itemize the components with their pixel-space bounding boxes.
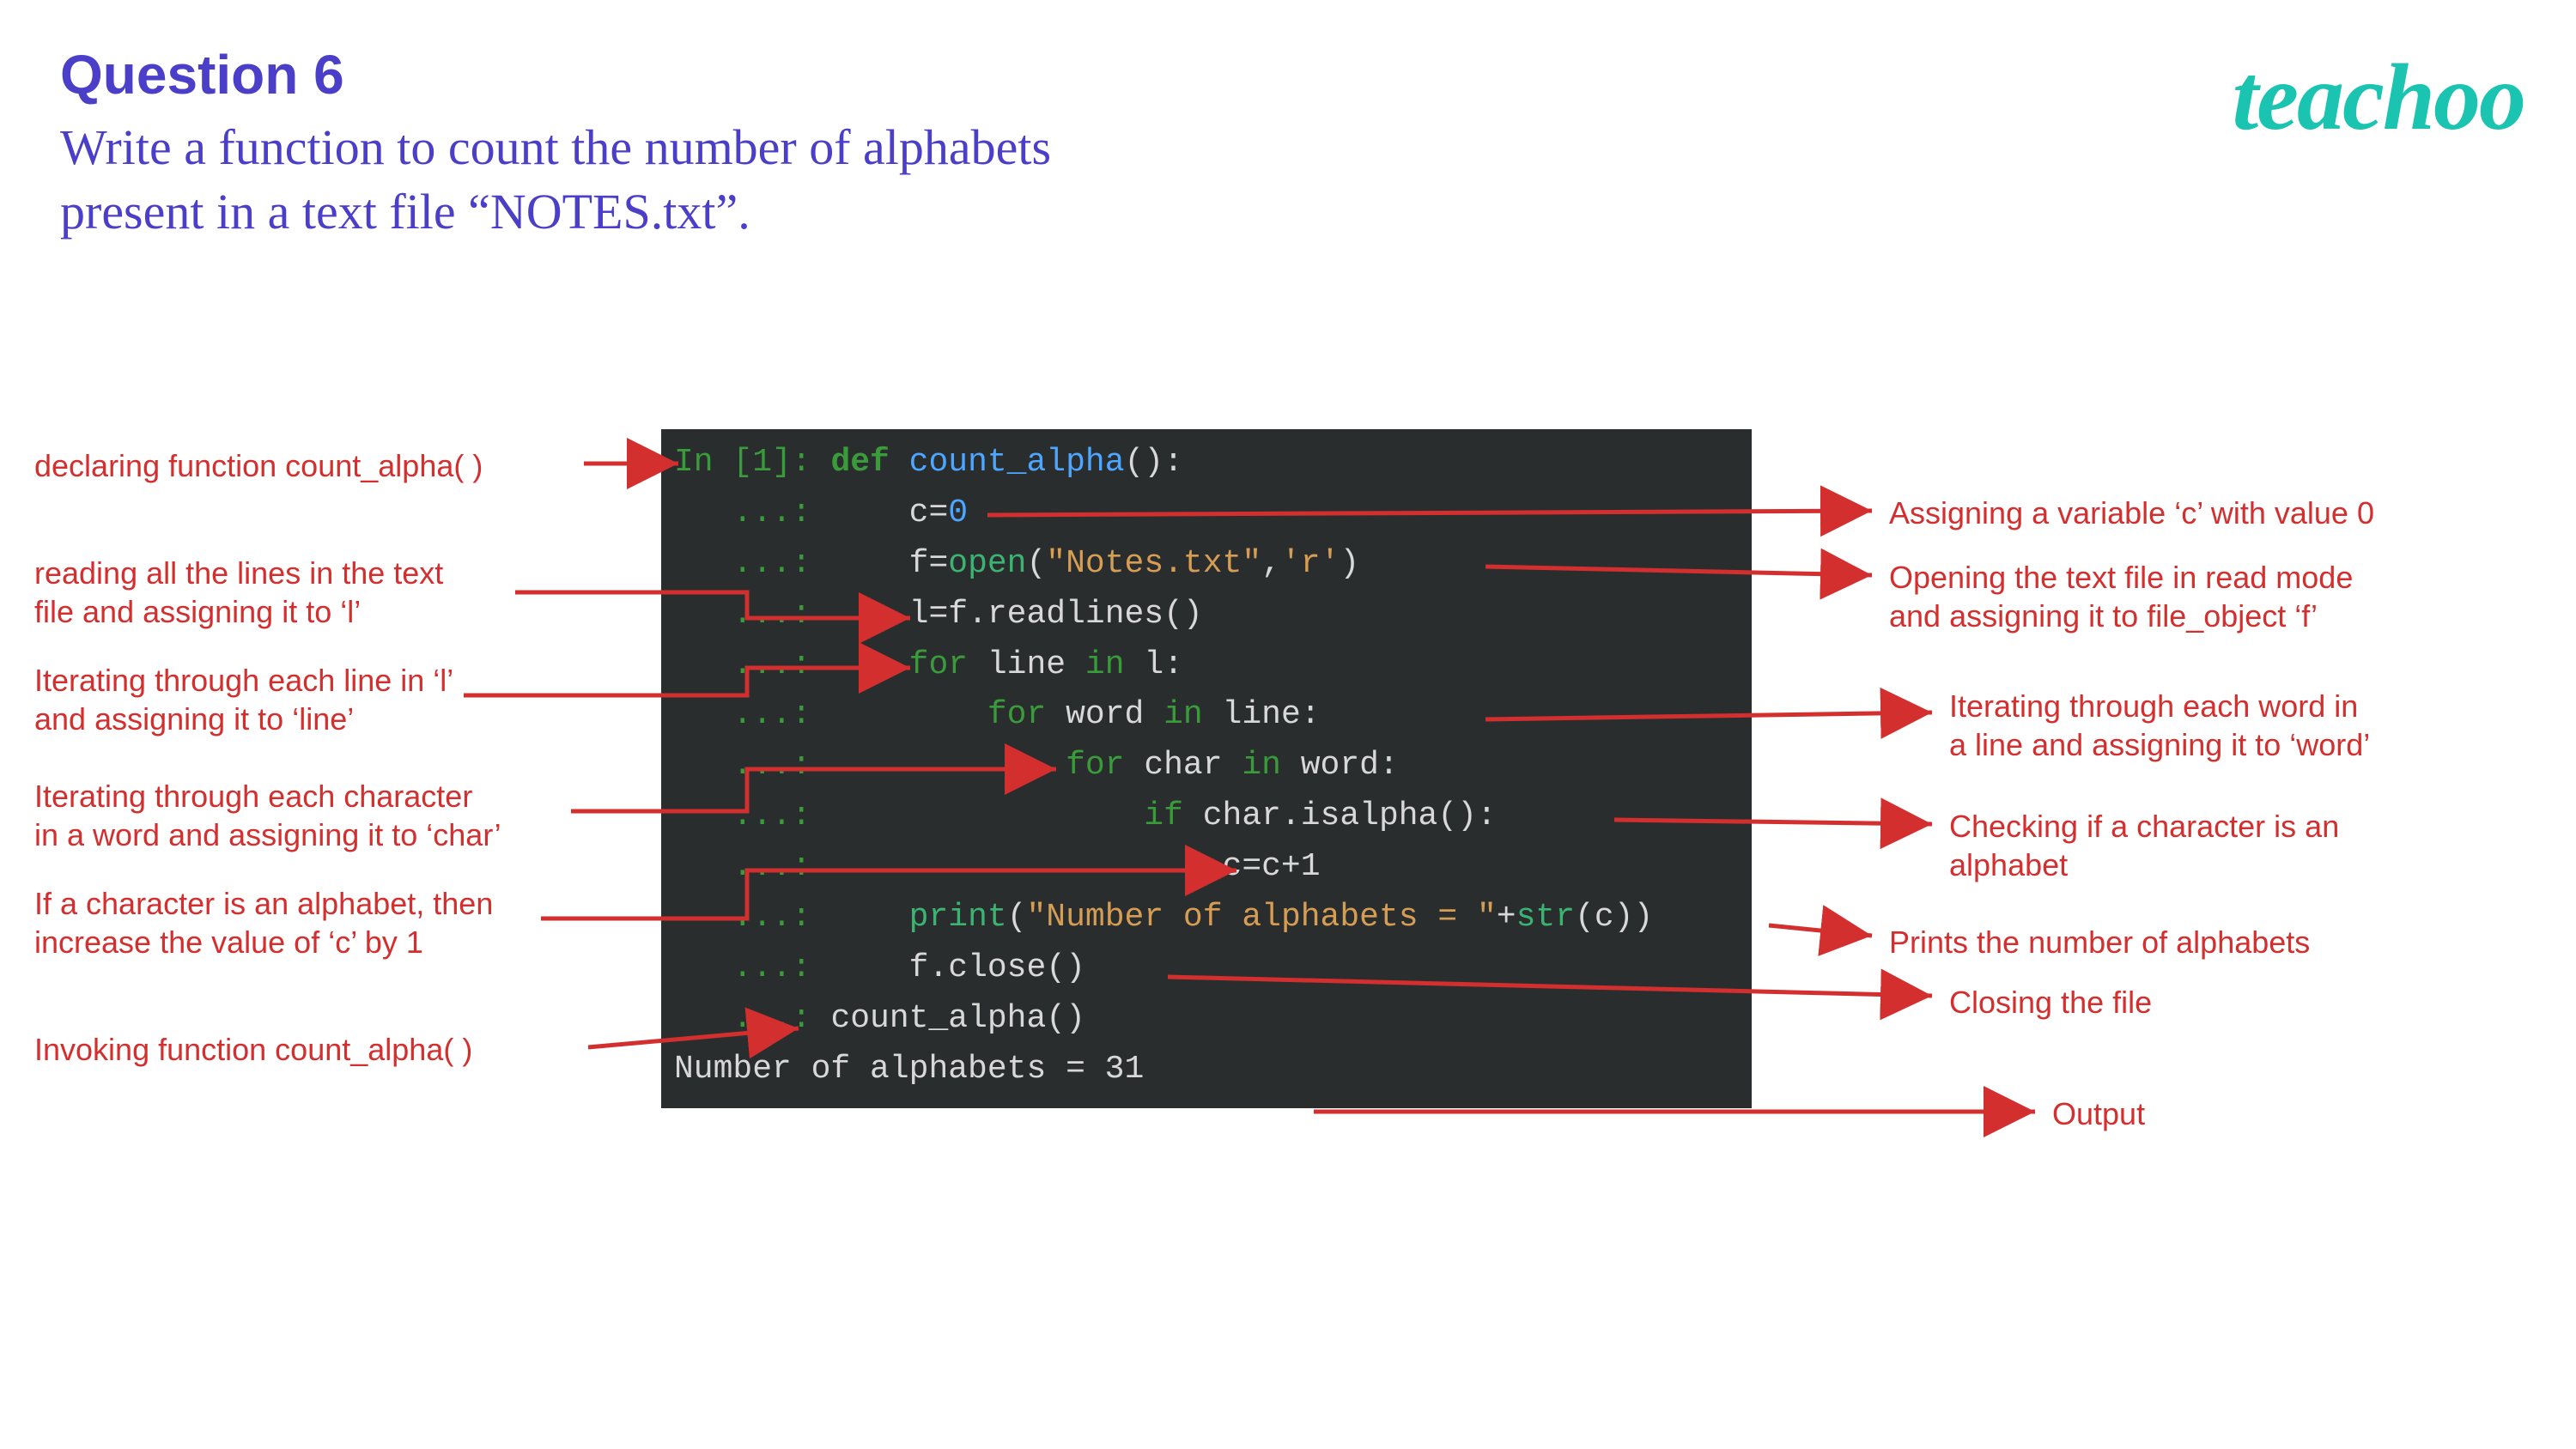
annotation-invoke: Invoking function count_alpha( ) — [34, 1030, 472, 1069]
code-line-9: ...: c=c+1 — [674, 842, 1739, 893]
annotation-iter-word: Iterating through each word in a line an… — [1949, 687, 2370, 764]
question-line2: present in a text file “NOTES.txt”. — [60, 184, 750, 239]
code-line-2: ...: c=0 — [674, 488, 1739, 539]
code-line-5: ...: for line in l: — [674, 640, 1739, 691]
question-text: Write a function to count the number of … — [60, 115, 2516, 245]
question-line1: Write a function to count the number of … — [60, 119, 1051, 175]
code-line-4: ...: l=f.readlines() — [674, 590, 1739, 640]
header: Question 6 Write a function to count the… — [60, 43, 2516, 245]
teachoo-logo: teachoo — [2233, 43, 2524, 152]
code-block: In [1]: def count_alpha(): ...: c=0 ...:… — [661, 429, 1752, 1108]
code-line-3: ...: f=open("Notes.txt",'r') — [674, 539, 1739, 590]
annotation-output: Output — [2052, 1094, 2145, 1133]
annotation-close: Closing the file — [1949, 983, 2152, 1022]
code-line-11: ...: f.close() — [674, 943, 1739, 994]
code-line-12: ...: count_alpha() — [674, 994, 1739, 1045]
annotation-increment: If a character is an alphabet, then incr… — [34, 884, 493, 961]
code-line-7: ...: for char in word: — [674, 741, 1739, 791]
code-output: Number of alphabets = 31 — [674, 1045, 1739, 1095]
annotation-iter-char: Iterating through each character in a wo… — [34, 777, 501, 854]
annotation-declare-fn: declaring function count_alpha( ) — [34, 446, 483, 485]
code-line-10: ...: print("Number of alphabets = "+str(… — [674, 893, 1739, 943]
question-label: Question 6 — [60, 43, 2516, 106]
annotation-open-file: Opening the text file in read mode and a… — [1889, 558, 2353, 635]
code-line-8: ...: if char.isalpha(): — [674, 791, 1739, 842]
annotation-assign-c: Assigning a variable ‘c’ with value 0 — [1889, 494, 2374, 532]
annotation-isalpha: Checking if a character is an alphabet — [1949, 807, 2339, 884]
annotation-iter-line: Iterating through each line in ‘l’ and a… — [34, 661, 453, 738]
annotation-readlines: reading all the lines in the text file a… — [34, 554, 443, 631]
annotation-print: Prints the number of alphabets — [1889, 923, 2310, 961]
code-line-1: In [1]: def count_alpha(): — [674, 438, 1739, 488]
code-line-6: ...: for word in line: — [674, 690, 1739, 741]
